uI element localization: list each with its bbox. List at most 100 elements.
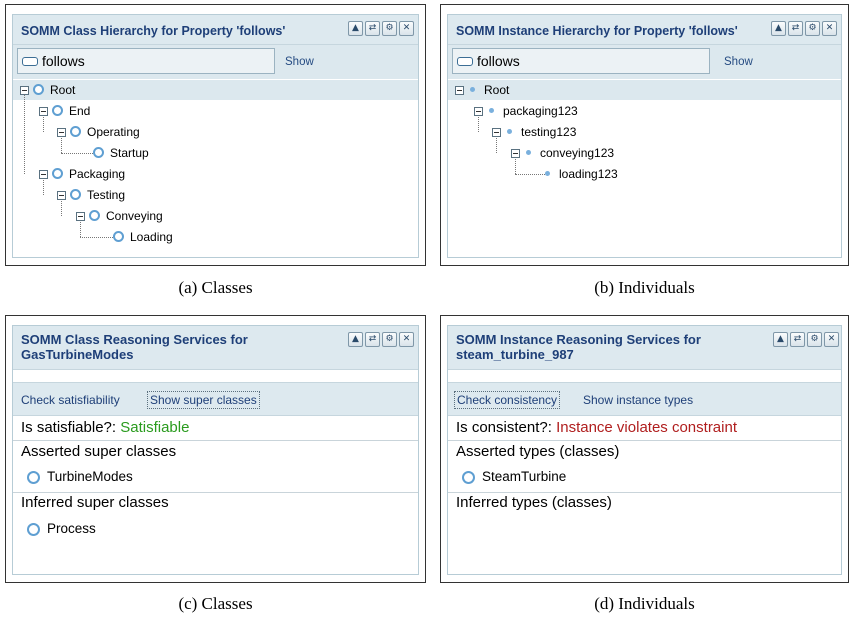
tree-node-label: Startup bbox=[110, 146, 149, 160]
class-ring-icon bbox=[52, 105, 63, 116]
check-satisfiability-button[interactable]: Check satisfiability bbox=[21, 393, 120, 407]
panel-title: SOMM Instance Hierarchy for Property 'fo… bbox=[456, 24, 738, 38]
tree-connector bbox=[515, 157, 516, 174]
panel-buttons: ▲ ⇄ ⚙ ✕ bbox=[348, 332, 414, 347]
search-field-icon bbox=[457, 57, 473, 66]
action-bar: Check consistency Show instance types bbox=[448, 382, 841, 416]
check-consistency-button[interactable]: Check consistency bbox=[454, 391, 561, 409]
show-button[interactable]: Show bbox=[285, 56, 314, 68]
result-label: Is satisfiable?: bbox=[21, 419, 117, 436]
panel-title: SOMM Class Hierarchy for Property 'follo… bbox=[21, 24, 286, 38]
instance-reasoning-panel: SOMM Instance Reasoning Services for ste… bbox=[447, 325, 842, 575]
search-input[interactable]: follows bbox=[452, 48, 710, 74]
panel-header: SOMM Instance Reasoning Services for ste… bbox=[448, 326, 841, 370]
divider bbox=[448, 440, 841, 441]
class-ring-icon bbox=[113, 231, 124, 242]
tree-connector bbox=[80, 237, 113, 238]
collapse-toggle-icon[interactable] bbox=[76, 212, 85, 221]
consistency-result: Is consistent?: Instance violates constr… bbox=[448, 419, 841, 437]
super-class-label: TurbineModes bbox=[47, 469, 133, 484]
class-ring-icon bbox=[27, 471, 40, 484]
show-button[interactable]: Show bbox=[724, 56, 753, 68]
refresh-icon[interactable]: ⇄ bbox=[365, 332, 380, 347]
panel-buttons: ▲ ⇄ ⚙ ✕ bbox=[771, 21, 837, 36]
class-ring-icon bbox=[70, 126, 81, 137]
collapse-toggle-icon[interactable] bbox=[492, 128, 501, 137]
tree-node-label: Operating bbox=[87, 125, 140, 139]
tree-connector bbox=[43, 115, 44, 132]
settings-icon[interactable]: ⚙ bbox=[807, 332, 822, 347]
collapse-icon[interactable]: ▲ bbox=[348, 332, 363, 347]
result-value: Satisfiable bbox=[120, 419, 190, 436]
close-icon[interactable]: ✕ bbox=[399, 332, 414, 347]
divider bbox=[13, 492, 418, 493]
class-ring-icon bbox=[93, 147, 104, 158]
search-field-icon bbox=[22, 57, 38, 66]
settings-icon[interactable]: ⚙ bbox=[382, 21, 397, 36]
figure-d: SOMM Instance Reasoning Services for ste… bbox=[440, 315, 849, 583]
satisfiability-result: Is satisfiable?: Satisfiable bbox=[13, 419, 418, 437]
search-value: follows bbox=[42, 53, 85, 69]
asserted-type-label: SteamTurbine bbox=[482, 469, 567, 484]
show-instance-types-button[interactable]: Show instance types bbox=[583, 393, 693, 407]
refresh-icon[interactable]: ⇄ bbox=[788, 21, 803, 36]
refresh-icon[interactable]: ⇄ bbox=[365, 21, 380, 36]
tree-node-label: loading123 bbox=[559, 167, 618, 181]
caption-a: (a) Classes bbox=[178, 278, 253, 297]
tree-node-label: Packaging bbox=[69, 167, 126, 181]
tree-connector bbox=[24, 94, 25, 174]
collapse-toggle-icon[interactable] bbox=[511, 149, 520, 158]
close-icon[interactable]: ✕ bbox=[824, 332, 839, 347]
figure-a: SOMM Class Hierarchy for Property 'follo… bbox=[5, 4, 426, 266]
collapse-icon[interactable]: ▲ bbox=[773, 332, 788, 347]
collapse-toggle-icon[interactable] bbox=[57, 191, 66, 200]
collapse-toggle-icon[interactable] bbox=[20, 86, 29, 95]
tree-node-label: packaging123 bbox=[503, 104, 578, 118]
class-ring-icon bbox=[89, 210, 100, 221]
collapse-toggle-icon[interactable] bbox=[39, 170, 48, 179]
show-super-classes-button[interactable]: Show super classes bbox=[147, 391, 260, 409]
panel-title-line1: SOMM Instance Reasoning Services for bbox=[456, 332, 701, 347]
collapse-toggle-icon[interactable] bbox=[57, 128, 66, 137]
panel-header: SOMM Class Reasoning Services for GasTur… bbox=[13, 326, 418, 370]
close-icon[interactable]: ✕ bbox=[822, 21, 837, 36]
figure-c: SOMM Class Reasoning Services for GasTur… bbox=[5, 315, 426, 583]
caption-d: (d) Individuals bbox=[594, 594, 695, 613]
panel-buttons: ▲ ⇄ ⚙ ✕ bbox=[348, 21, 414, 36]
search-row: follows Show bbox=[13, 45, 418, 79]
tree-node-label: End bbox=[69, 104, 91, 118]
settings-icon[interactable]: ⚙ bbox=[382, 332, 397, 347]
instance-dot-icon bbox=[470, 87, 475, 92]
search-value: follows bbox=[477, 53, 520, 69]
figure-b: SOMM Instance Hierarchy for Property 'fo… bbox=[440, 4, 849, 266]
tree-node-label: Loading bbox=[130, 230, 173, 244]
tree-node-label: testing123 bbox=[521, 125, 577, 139]
tree-node-label: Testing bbox=[87, 188, 126, 202]
tree-connector bbox=[515, 174, 545, 175]
tree-node-label: Conveying bbox=[106, 209, 163, 223]
tree-connector bbox=[43, 178, 44, 195]
instance-dot-icon bbox=[489, 108, 494, 113]
collapse-toggle-icon[interactable] bbox=[474, 107, 483, 116]
panel-header: SOMM Instance Hierarchy for Property 'fo… bbox=[448, 15, 841, 45]
panel-title-line2: steam_turbine_987 bbox=[456, 347, 574, 362]
result-value: Instance violates constraint bbox=[556, 419, 737, 436]
class-ring-icon bbox=[70, 189, 81, 200]
close-icon[interactable]: ✕ bbox=[399, 21, 414, 36]
collapse-icon[interactable]: ▲ bbox=[348, 21, 363, 36]
panel-title-line1: SOMM Class Reasoning Services for bbox=[21, 332, 248, 347]
class-ring-icon bbox=[33, 84, 44, 95]
instance-dot-icon bbox=[545, 171, 550, 176]
class-reasoning-panel: SOMM Class Reasoning Services for GasTur… bbox=[12, 325, 419, 575]
collapse-toggle-icon[interactable] bbox=[39, 107, 48, 116]
search-input[interactable]: follows bbox=[17, 48, 275, 74]
settings-icon[interactable]: ⚙ bbox=[805, 21, 820, 36]
refresh-icon[interactable]: ⇄ bbox=[790, 332, 805, 347]
tree-connector bbox=[496, 136, 497, 153]
collapse-toggle-icon[interactable] bbox=[455, 86, 464, 95]
action-bar: Check satisfiability Show super classes bbox=[13, 382, 418, 416]
section-heading: Inferred types (classes) bbox=[456, 494, 612, 511]
section-heading: Inferred super classes bbox=[21, 494, 169, 511]
instance-dot-icon bbox=[526, 150, 531, 155]
collapse-icon[interactable]: ▲ bbox=[771, 21, 786, 36]
